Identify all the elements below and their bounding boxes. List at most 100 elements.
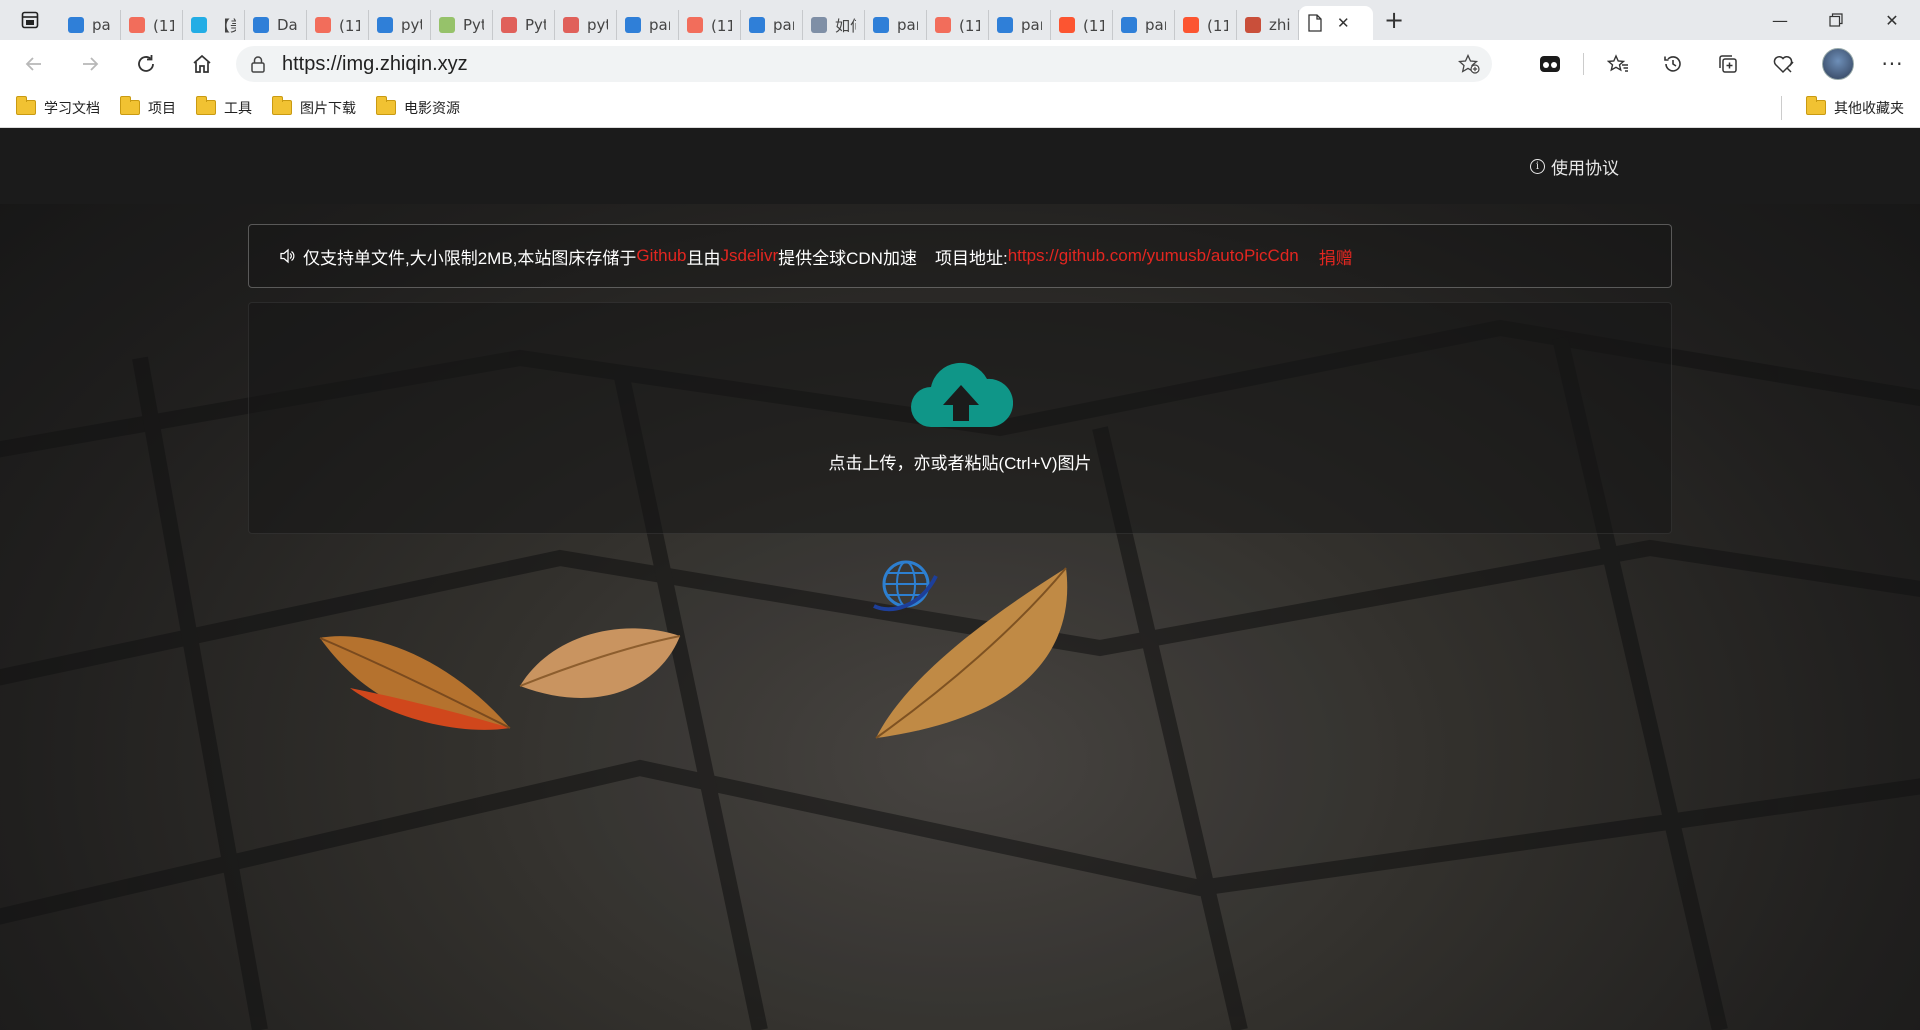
browser-tab[interactable]: (11条 — [679, 10, 741, 40]
close-tab-icon[interactable]: ✕ — [1337, 14, 1350, 32]
refresh-button[interactable] — [118, 40, 174, 88]
browser-tab[interactable]: panc — [1113, 10, 1175, 40]
bookmark-label: 其他收藏夹 — [1834, 100, 1904, 117]
cloud-upload-icon[interactable] — [909, 355, 1013, 429]
browser-tab[interactable]: zhiq — [1237, 10, 1299, 40]
forward-button[interactable] — [62, 40, 118, 88]
bookmark-folder-image-download[interactable]: 图片下载 — [272, 96, 356, 118]
tab-bar: panc (11条 【美 Data (11条 pyth Pyth Pyth pyth panc (1… — [0, 0, 1920, 40]
notice-text: 提供全球CDN加速 — [778, 248, 917, 268]
back-button[interactable] — [6, 40, 62, 88]
browser-tab[interactable]: panc — [617, 10, 679, 40]
settings-menu-button[interactable]: ··· — [1865, 40, 1920, 88]
lock-icon[interactable] — [250, 55, 266, 73]
favorites-button[interactable] — [1590, 40, 1645, 88]
bing-icon — [873, 17, 889, 33]
profile-button[interactable] — [1810, 40, 1865, 88]
home-button[interactable] — [174, 40, 230, 88]
minimize-button[interactable]: — — [1752, 0, 1808, 40]
address-toolbar: https://img.zhiqin.xyz ··· — [0, 40, 1920, 88]
notice-bar: 仅支持单文件,大小限制2MB,本站图床存储于 Github 且由 Jsdeliv… — [248, 224, 1672, 288]
browser-tab[interactable]: 【美 — [183, 10, 245, 40]
browser-tab[interactable]: panc — [865, 10, 927, 40]
upload-dropzone[interactable]: 点击上传，亦或者粘贴(Ctrl+V)图片 — [248, 302, 1672, 534]
tab-title: (11条 — [1207, 16, 1228, 35]
restore-button[interactable] — [1808, 0, 1864, 40]
browser-tab[interactable]: (11条 — [1175, 10, 1237, 40]
usage-agreement-label: 使用协议 — [1551, 159, 1619, 179]
donate-link[interactable]: 捐赠 — [1319, 244, 1353, 269]
tab-title: pyth — [401, 16, 422, 34]
bookmarks-divider — [1781, 96, 1782, 120]
usage-agreement-link[interactable]: i 使用协议 — [1530, 154, 1619, 179]
bookmark-folder-movies[interactable]: 电影资源 — [376, 96, 460, 118]
bing-icon — [253, 17, 269, 33]
browser-tab[interactable]: panc — [60, 10, 121, 40]
browser-tab[interactable]: Pyth — [431, 10, 493, 40]
bookmark-label: 电影资源 — [404, 100, 460, 117]
add-favorite-icon[interactable] — [1458, 54, 1480, 74]
tab-title: 【美 — [215, 16, 236, 35]
zhiqin-icon — [1245, 17, 1261, 33]
close-icon: ✕ — [1885, 10, 1899, 30]
page-viewport: i 使用协议 仅支持单文件,大小限制2MB,本站图床存储于 Github 且由 … — [0, 128, 1920, 1030]
page-icon — [1308, 14, 1322, 32]
history-icon — [1663, 56, 1681, 72]
php-icon — [501, 17, 517, 33]
tab-title: panc — [1145, 16, 1166, 34]
minimize-icon: — — [1772, 10, 1788, 30]
bilibili-icon — [191, 17, 207, 33]
notice-text: 仅支持单文件,大小限制2MB,本站图床存储于 — [303, 248, 637, 268]
bookmarks-bar: 学习文档 项目 工具 图片下载 电影资源 其他收藏夹 — [0, 88, 1920, 128]
jsdelivr-link[interactable]: Jsdelivr — [721, 246, 779, 266]
browser-tab[interactable]: panc — [989, 10, 1051, 40]
url-bar[interactable]: https://img.zhiqin.xyz — [236, 46, 1492, 82]
folder-icon — [272, 96, 292, 115]
tab-title: zhiq — [1269, 16, 1290, 34]
history-button[interactable] — [1645, 40, 1700, 88]
heart-pulse-icon — [1773, 56, 1794, 74]
tab-actions-menu-button[interactable] — [0, 0, 60, 40]
url-text[interactable]: https://img.zhiqin.xyz — [282, 53, 468, 76]
bookmark-folder-projects[interactable]: 项目 — [120, 96, 176, 118]
collections-button[interactable] — [1700, 40, 1755, 88]
browser-tab[interactable]: Pyth — [493, 10, 555, 40]
bing-icon — [625, 17, 641, 33]
tab-title: panc — [897, 16, 918, 34]
bookmark-folder-other[interactable]: 其他收藏夹 — [1806, 96, 1904, 118]
extension-icon — [1539, 56, 1560, 72]
tab-title: Pyth — [463, 16, 484, 34]
toolbar-divider — [1583, 53, 1584, 75]
bookmark-folder-tools[interactable]: 工具 — [196, 96, 252, 118]
performance-button[interactable] — [1755, 40, 1810, 88]
runoob-icon — [439, 17, 455, 33]
browser-tab[interactable]: (11条 — [1051, 10, 1113, 40]
extension-button[interactable] — [1522, 40, 1577, 88]
tab-title: (11条 — [959, 16, 980, 35]
bookmark-folder-study[interactable]: 学习文档 — [16, 96, 100, 118]
folder-icon — [1806, 96, 1826, 115]
browser-tab[interactable]: pyth — [555, 10, 617, 40]
browser-tab[interactable]: pyth — [369, 10, 431, 40]
close-window-button[interactable]: ✕ — [1864, 0, 1920, 40]
leaf-image — [319, 636, 511, 730]
tab-title: panc — [1021, 16, 1042, 34]
window-controls: — ✕ — [1752, 0, 1920, 40]
browser-tab[interactable]: Data — [245, 10, 307, 40]
browser-tab[interactable]: (11条 — [121, 10, 183, 40]
new-tab-button[interactable]: + — [1373, 0, 1415, 40]
browser-tab[interactable]: (11条 — [927, 10, 989, 40]
bing-icon — [1121, 17, 1137, 33]
bookmark-label: 学习文档 — [44, 100, 100, 117]
tab-title: (11条 — [1083, 16, 1104, 35]
bing-icon — [68, 17, 84, 33]
browser-tab[interactable]: panc — [741, 10, 803, 40]
github-link[interactable]: Github — [636, 246, 686, 266]
browser-tab[interactable]: (11条 — [307, 10, 369, 40]
active-browser-tab[interactable]: ✕ — [1299, 6, 1373, 40]
browser-tab[interactable]: 如何 — [803, 10, 865, 40]
folder-icon — [120, 96, 140, 115]
browser-toolbar-right: ··· — [1522, 40, 1920, 88]
tab-strip: panc (11条 【美 Data (11条 pyth Pyth Pyth pyth panc (1… — [60, 0, 1373, 40]
project-url-link[interactable]: https://github.com/yumusb/autoPicCdn — [1008, 246, 1299, 266]
